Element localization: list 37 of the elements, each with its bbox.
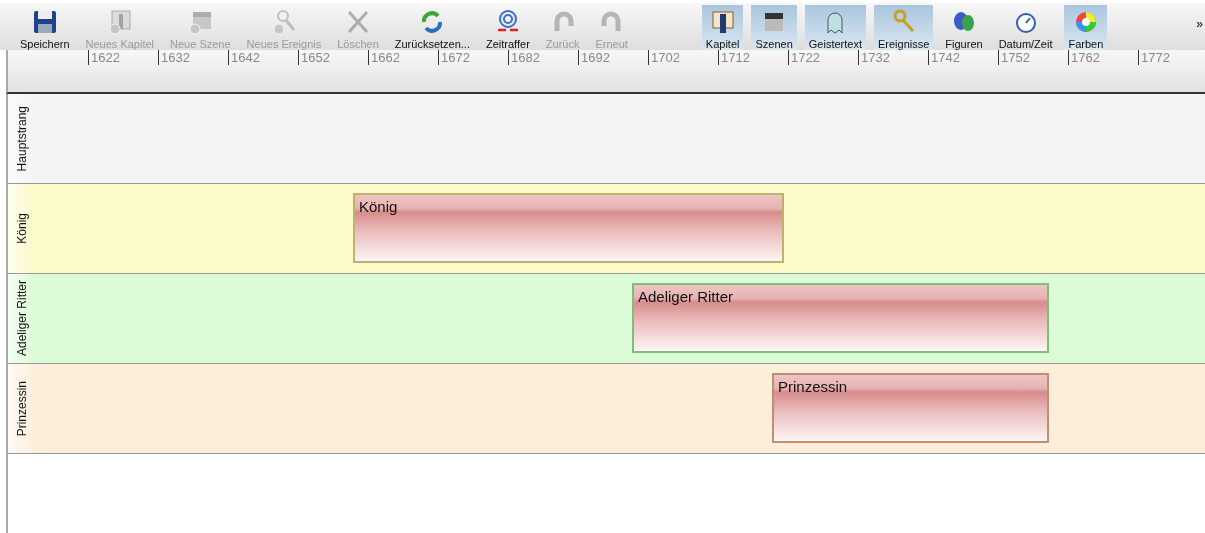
overflow-button[interactable]: » xyxy=(1196,3,1203,50)
storyline-bar[interactable]: König xyxy=(353,193,784,263)
year-tick-label: 1742 xyxy=(928,50,960,65)
toolbar-button[interactable]: Speichern xyxy=(16,5,74,50)
clapperboard-plus-icon xyxy=(187,9,214,35)
year-tick-label: 1682 xyxy=(508,50,540,65)
view-toggle-button[interactable]: Figuren xyxy=(941,5,987,50)
toolbar-button[interactable]: Zeitraffer xyxy=(482,5,534,50)
year-tick-label: 1692 xyxy=(578,50,610,65)
year-tick-label: 1762 xyxy=(1068,50,1100,65)
year-tick-label: 1622 xyxy=(88,50,120,65)
year-tick-label: 1702 xyxy=(648,50,680,65)
lane-label: Prinzessin xyxy=(15,380,29,437)
year-tick-label: 1712 xyxy=(718,50,750,65)
view-toggle-button[interactable]: Datum/Zeit xyxy=(994,5,1057,50)
storyline-bar[interactable]: Prinzessin xyxy=(772,373,1049,443)
year-tick-label: 1732 xyxy=(858,50,890,65)
view-toggle-button[interactable]: Kapitel xyxy=(701,5,744,50)
storyline-bar[interactable]: Adeliger Ritter xyxy=(632,283,1049,353)
year-tick-label: 1642 xyxy=(228,50,260,65)
year-tick-label: 1752 xyxy=(998,50,1030,65)
view-toggle-button[interactable]: Ereignisse xyxy=(874,5,934,50)
lane-label: Hauptstrang xyxy=(15,105,29,172)
lane-label: Adeliger Ritter xyxy=(15,280,29,357)
year-tick-label: 1722 xyxy=(788,50,820,65)
year-tick-label: 1772 xyxy=(1138,50,1170,65)
toolbar-button[interactable]: Zurücksetzen... xyxy=(390,5,474,50)
year-tick-label: 1672 xyxy=(438,50,470,65)
lane-label: König xyxy=(15,213,29,244)
delete-icon xyxy=(345,9,371,35)
year-tick-label: 1632 xyxy=(158,50,190,65)
year-tick-label: 1652 xyxy=(298,50,330,65)
view-toggle-button[interactable]: Farben xyxy=(1064,5,1108,50)
view-toggle-button[interactable]: Szenen xyxy=(751,5,797,50)
year-tick-label: 1662 xyxy=(368,50,400,65)
view-toggle-button[interactable]: Geistertext xyxy=(804,5,866,50)
book-icon xyxy=(709,9,736,35)
